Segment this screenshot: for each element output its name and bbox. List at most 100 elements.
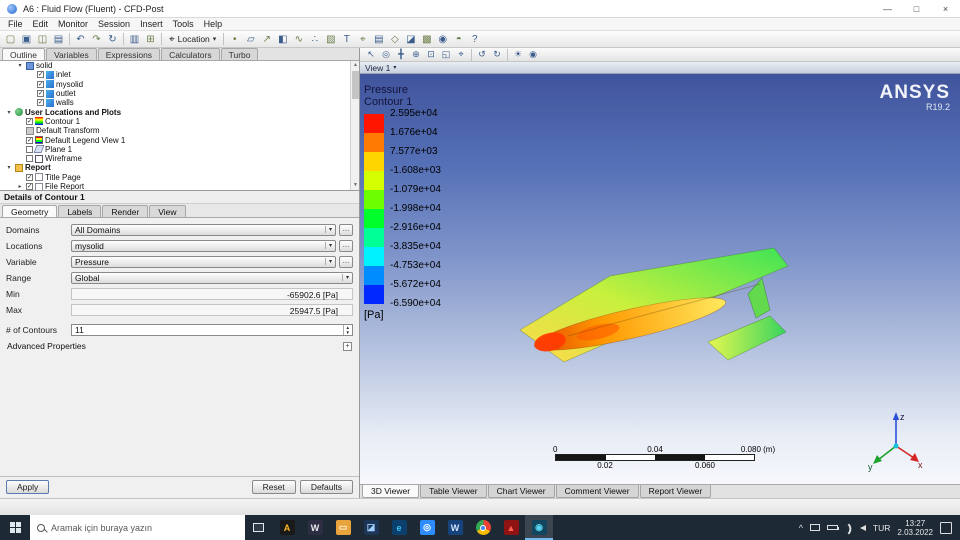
view-tab-caret-icon[interactable]: ▾	[393, 64, 396, 71]
snapshot-icon[interactable]: ◉	[526, 49, 540, 61]
taskbar-app-word[interactable]: W	[441, 515, 469, 540]
tree-checkbox[interactable]: ✓	[26, 136, 33, 144]
tree-checkbox[interactable]: ✓	[26, 117, 33, 125]
tree-item-contour-1[interactable]: ✓ Contour 1	[0, 117, 350, 126]
tree-item-inlet[interactable]: ✓ inlet	[0, 70, 350, 79]
tree-item-plane-1[interactable]: Plane 1	[0, 145, 350, 154]
range-select[interactable]: Global ▾	[71, 271, 353, 284]
tab-outline[interactable]: Outline	[2, 48, 45, 60]
help-icon[interactable]: ?	[467, 32, 482, 46]
reset-button[interactable]: Reset	[251, 480, 296, 494]
tab-labels[interactable]: Labels	[58, 205, 102, 217]
tree-checkbox[interactable]: ✓	[37, 99, 44, 107]
taskbar-app-workbench[interactable]: W	[301, 515, 329, 540]
expand-icon[interactable]: +	[343, 341, 352, 351]
defaults-button[interactable]: Defaults	[299, 480, 353, 494]
variable-select[interactable]: Pressure ▾	[71, 255, 336, 268]
tree-checkbox[interactable]: ✓	[26, 173, 33, 181]
of-contours-input[interactable]: 11 ▲ ▼	[71, 323, 353, 336]
calculator-icon[interactable]: ⊞	[143, 32, 158, 46]
refresh-icon[interactable]: ↻	[105, 32, 120, 46]
report-icon[interactable]: ▤	[51, 32, 66, 46]
fit-view-icon[interactable]: ◱	[439, 49, 453, 61]
volume-rendering-icon[interactable]: ▨	[323, 32, 338, 46]
tree-scrollbar[interactable]: ▲ ▼	[350, 61, 359, 190]
menu-item-tools[interactable]: Tools	[168, 19, 199, 29]
start-button[interactable]	[0, 515, 30, 540]
tray-chevron-icon[interactable]: ^	[799, 523, 803, 533]
volume-tray-icon[interactable]	[859, 524, 866, 531]
viewport-3d[interactable]: Pressure Contour 1 2.595e+04 1.676e+04 7.5…	[360, 74, 960, 484]
twisty-icon[interactable]: ▸	[16, 183, 24, 190]
rotate-left-icon[interactable]: ↺	[475, 49, 489, 61]
particle-track-icon[interactable]: ∴	[307, 32, 322, 46]
tab-view[interactable]: View	[149, 205, 186, 217]
light-icon[interactable]: ☀	[511, 49, 525, 61]
taskbar-app-cfd-post[interactable]: ◉	[525, 515, 553, 540]
tree-checkbox[interactable]: ✓	[37, 71, 44, 79]
menu-item-monitor[interactable]: Monitor	[53, 19, 93, 29]
tab-3d-viewer[interactable]: 3D Viewer	[362, 485, 420, 498]
menu-item-file[interactable]: File	[3, 19, 28, 29]
task-view-button[interactable]	[245, 515, 271, 540]
advanced-properties-row[interactable]: Advanced Properties +	[0, 340, 359, 352]
spinner-buttons[interactable]: ▲ ▼	[342, 324, 352, 335]
apply-button[interactable]: Apply	[6, 480, 50, 494]
redo-icon[interactable]: ↷	[89, 32, 104, 46]
taskbar-app-zoom[interactable]: ◎	[413, 515, 441, 540]
orbit-icon[interactable]: ◎	[379, 49, 393, 61]
tree-checkbox[interactable]: ✓	[37, 80, 44, 88]
menu-item-session[interactable]: Session	[93, 19, 135, 29]
zoom-box-icon[interactable]: ⊡	[424, 49, 438, 61]
domains-select[interactable]: All Domains ▾	[71, 223, 336, 236]
tab-table-viewer[interactable]: Table Viewer	[420, 485, 487, 498]
clip-plane-icon[interactable]: ◪	[403, 32, 418, 46]
maximize-button[interactable]: □	[902, 0, 931, 17]
taskbar-app-file-explorer[interactable]: ▭	[329, 515, 357, 540]
orientation-triad[interactable]: z y x	[866, 408, 926, 472]
tab-chart-viewer[interactable]: Chart Viewer	[487, 485, 555, 498]
select-arrow-icon[interactable]: ↖	[364, 49, 378, 61]
instance-transform-icon[interactable]: ◇	[387, 32, 402, 46]
coord-frame-icon[interactable]: ⌖	[355, 32, 370, 46]
notification-center-icon[interactable]	[940, 521, 952, 534]
plane-icon[interactable]: ▱	[243, 32, 258, 46]
camera-icon[interactable]: ◉	[435, 32, 450, 46]
point-icon[interactable]: •	[227, 32, 242, 46]
taskbar-app-edge[interactable]: e	[385, 515, 413, 540]
scroll-up-icon[interactable]: ▲	[351, 61, 359, 70]
minimize-button[interactable]: —	[873, 0, 902, 17]
menu-item-edit[interactable]: Edit	[28, 19, 54, 29]
locations-more-button[interactable]: …	[339, 239, 353, 252]
tab-render[interactable]: Render	[102, 205, 149, 217]
wifi-tray-icon[interactable]	[843, 523, 855, 535]
chart-icon[interactable]: ▥	[127, 32, 142, 46]
variable-more-button[interactable]: …	[339, 255, 353, 268]
display-tray-icon[interactable]	[809, 524, 820, 531]
tree-item-file-report[interactable]: ▸ ✓ File Report	[0, 182, 350, 190]
tree-item-walls[interactable]: ✓ walls	[0, 98, 350, 107]
center-icon[interactable]: ⌖	[454, 49, 468, 61]
spinner-down-icon[interactable]: ▼	[344, 330, 352, 335]
tree-item-default-legend-view-1[interactable]: ✓ Default Legend View 1	[0, 135, 350, 145]
tree-item-outlet[interactable]: ✓ outlet	[0, 89, 350, 98]
tree-item-title-page[interactable]: ✓ Title Page	[0, 173, 350, 182]
tab-comment-viewer[interactable]: Comment Viewer	[555, 485, 639, 498]
contour-icon[interactable]: ◧	[275, 32, 290, 46]
taskbar-search[interactable]: Aramak için buraya yazın	[30, 515, 245, 540]
zoom-icon[interactable]: ⊕	[409, 49, 423, 61]
text-label-icon[interactable]: T	[339, 32, 354, 46]
twisty-icon[interactable]: ▾	[5, 164, 13, 171]
viewport-layout-icon[interactable]: ◓	[451, 32, 466, 46]
location-dropdown[interactable]: ⌖ Location ▾	[165, 32, 220, 46]
tree-item-solid[interactable]: ▾ solid	[0, 61, 350, 70]
taskbar-app-acrobat[interactable]: ▲	[497, 515, 525, 540]
undo-icon[interactable]: ↶	[73, 32, 88, 46]
tab-report-viewer[interactable]: Report Viewer	[639, 485, 712, 498]
legend-icon[interactable]: ▤	[371, 32, 386, 46]
tree-item-report[interactable]: ▾ Report	[0, 163, 350, 172]
tab-geometry[interactable]: Geometry	[2, 205, 58, 217]
taskbar-app-ansys-launcher[interactable]: A	[273, 515, 301, 540]
scroll-down-icon[interactable]: ▼	[351, 181, 359, 190]
tab-variables[interactable]: Variables	[45, 48, 97, 60]
